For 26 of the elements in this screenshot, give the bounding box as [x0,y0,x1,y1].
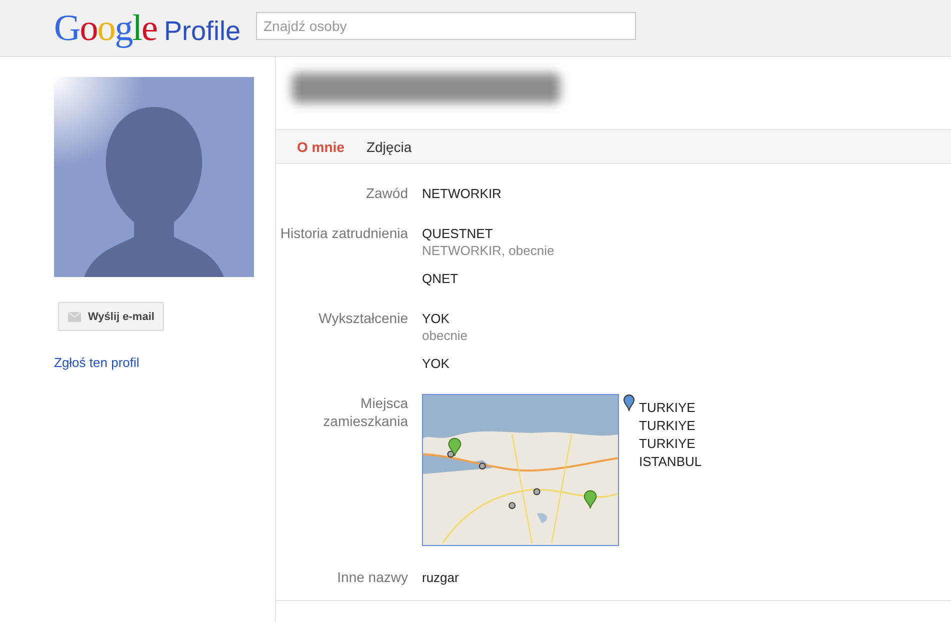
place-name: TURKIYE [639,417,696,435]
field-detail: NETWORKIR, obecnie [422,242,556,259]
field-detail: obecnie [422,327,469,344]
field-value: QNET [422,270,460,287]
field-label: Inne nazwy [336,568,408,586]
logo-wordmark[interactable]: Google [54,6,157,50]
tab[interactable]: O mnie [297,138,344,154]
field-label: Miejsca zamieszkania [322,394,408,431]
field-value: YOK [422,310,450,327]
field-value: QUESTNET [422,225,494,242]
place-name: TURKIYE [639,399,696,417]
tab[interactable]: Zdjęcia [366,138,412,154]
place-name: ISTANBUL [639,453,702,471]
place-name: TURKIYE [639,435,696,453]
envelope-icon [68,312,81,322]
product-name: Profile [164,16,240,46]
field-value: ruzgar [422,569,460,586]
field-label: Zawód [364,184,408,202]
field-label: Wykształcenie [318,309,408,328]
map-pin-icon [623,394,635,411]
field-label: Historia zatrudnienia [279,224,408,243]
send-email-button[interactable]: Wyślij e-mail [58,302,164,331]
field-value: NETWORKIR [422,185,502,202]
report-profile-link[interactable]: Zgłoś ten profil [54,355,140,370]
search-field[interactable]: Znajdź osoby [256,12,636,40]
field-value: YOK [422,355,450,372]
